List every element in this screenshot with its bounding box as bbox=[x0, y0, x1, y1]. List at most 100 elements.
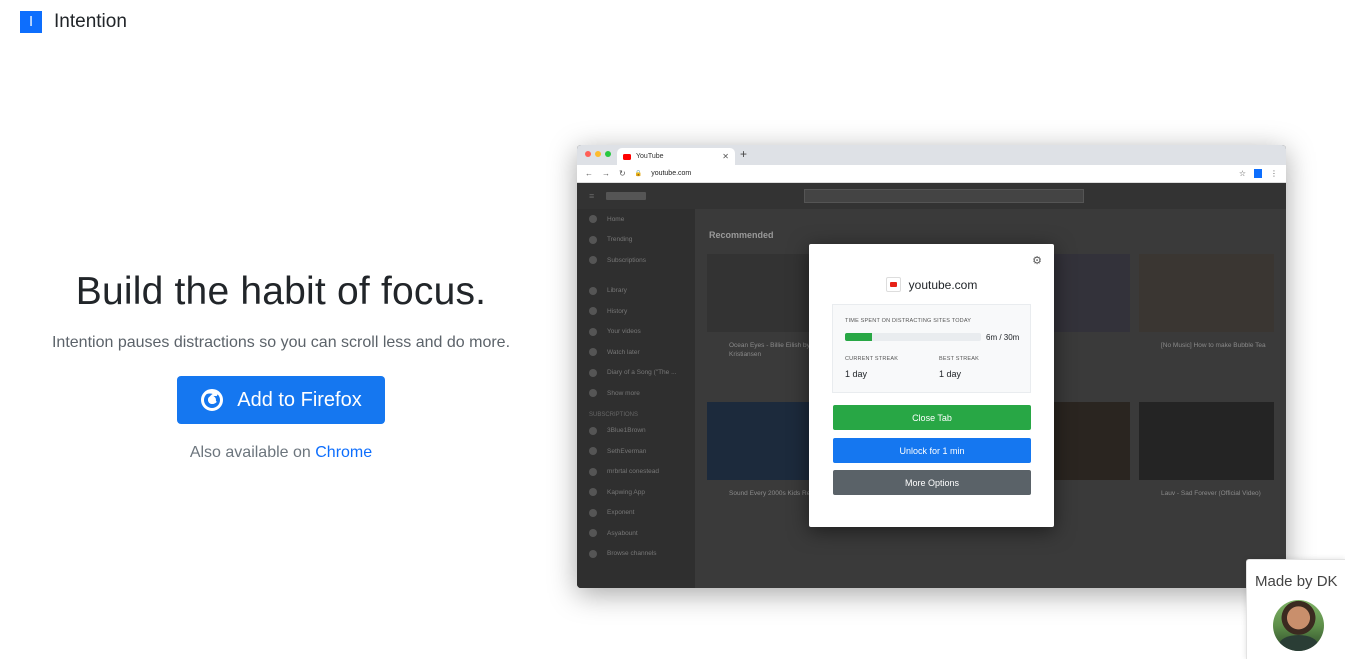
best-streak-label: BEST STREAK bbox=[939, 356, 979, 362]
sidebar-icon bbox=[589, 286, 597, 295]
time-spent-value: 6m / 30m bbox=[986, 333, 1020, 342]
brand-name: Intention bbox=[54, 11, 127, 32]
sidebar-icon bbox=[589, 327, 597, 336]
sidebar-icon bbox=[589, 215, 597, 224]
hero-title-prefix: Build the habit of bbox=[75, 270, 370, 313]
hamburger-icon: ≡ bbox=[589, 191, 595, 201]
sidebar-icon bbox=[589, 348, 597, 357]
yt-sidebar-item: Library bbox=[577, 281, 695, 302]
sidebar-item-label: History bbox=[607, 307, 628, 315]
yt-subscription-item: SethEverman bbox=[577, 441, 695, 462]
star-icon: ☆ bbox=[1238, 169, 1246, 178]
hero-subtitle: Intention pauses distractions so you can… bbox=[51, 334, 511, 351]
yt-sidebar-item: Home bbox=[577, 209, 695, 230]
browser-mockup: YouTube ✕ + ← → ↻ 🔒 youtube.com ☆ ⋮ ≡ Ho… bbox=[577, 145, 1286, 588]
new-tab-icon: + bbox=[740, 147, 748, 161]
mockup-tab-title: YouTube bbox=[636, 153, 664, 160]
sidebar-icon bbox=[589, 368, 597, 377]
sidebar-item-label: Library bbox=[607, 287, 627, 295]
youtube-topbar: ≡ bbox=[577, 183, 1286, 209]
sidebar-item-label: Show more bbox=[607, 389, 640, 397]
video-title: Lauv - Sad Forever (Official Video) bbox=[1161, 490, 1261, 497]
time-progress-bar bbox=[845, 333, 981, 341]
yt-sidebar-item: Your videos bbox=[577, 322, 695, 343]
reload-icon: ↻ bbox=[619, 169, 626, 178]
close-tab-button[interactable]: Close Tab bbox=[833, 405, 1031, 430]
add-to-firefox-label: Add to Firefox bbox=[237, 388, 362, 411]
yt-subscription-item: Browse channels bbox=[577, 544, 695, 565]
stats-panel: TIME SPENT ON DISTRACTING SITES TODAY 6m… bbox=[832, 304, 1031, 393]
more-options-button[interactable]: More Options bbox=[833, 470, 1031, 495]
gear-icon[interactable]: ⚙ bbox=[1032, 254, 1042, 267]
intention-extension-icon bbox=[1254, 169, 1262, 178]
brand[interactable]: I Intention bbox=[20, 11, 127, 33]
also-available-text: Also available on bbox=[189, 444, 311, 461]
mockup-tabstrip: YouTube ✕ + bbox=[577, 145, 1286, 165]
sidebar-icon bbox=[589, 467, 597, 476]
sidebar-item-label: 3Blue1Brown bbox=[607, 427, 646, 435]
best-streak-value: 1 day bbox=[939, 369, 962, 379]
youtube-logo bbox=[606, 192, 647, 200]
firefox-icon bbox=[201, 389, 224, 411]
current-streak-label: CURRENT STREAK bbox=[845, 356, 899, 362]
hero-section: Build the habit of focus. Intention paus… bbox=[0, 270, 562, 462]
yt-sidebar-item: Subscriptions bbox=[577, 250, 695, 271]
yt-sidebar-item: History bbox=[577, 301, 695, 322]
yt-sidebar-item: Show more bbox=[577, 383, 695, 404]
video-title: [No Music] How to make Bubble Tea bbox=[1161, 342, 1266, 349]
sidebar-item-label: Diary of a Song ("The ... bbox=[607, 369, 677, 377]
sidebar-icon bbox=[589, 307, 597, 316]
intention-popup: ⚙ youtube.com TIME SPENT ON DISTRACTING … bbox=[809, 244, 1054, 527]
sidebar-item-label: Subscriptions bbox=[607, 256, 647, 264]
sidebar-item-label: Home bbox=[607, 215, 625, 223]
sidebar-item-label: Browse channels bbox=[607, 550, 657, 558]
time-progress-fill bbox=[845, 333, 873, 341]
sidebar-icon bbox=[589, 508, 597, 517]
yt-sidebar-item: Diary of a Song ("The ... bbox=[577, 363, 695, 384]
sidebar-icon bbox=[589, 549, 597, 558]
sidebar-icon bbox=[589, 256, 597, 265]
sidebar-item-label: Your videos bbox=[607, 328, 641, 336]
popup-site: youtube.com bbox=[809, 277, 1054, 292]
chrome-link[interactable]: Chrome bbox=[315, 444, 372, 461]
menu-icon: ⋮ bbox=[1270, 169, 1278, 178]
mockup-url: youtube.com bbox=[651, 170, 692, 177]
sidebar-item-label: Exponent bbox=[607, 509, 635, 517]
popup-site-name: youtube.com bbox=[908, 277, 978, 292]
sidebar-icon bbox=[589, 426, 597, 435]
yt-subscriptions-heading: SUBSCRIPTIONS bbox=[589, 411, 639, 418]
hero-title: Build the habit of focus. bbox=[0, 270, 562, 314]
recommended-heading: Recommended bbox=[709, 230, 774, 240]
yt-sidebar-item: Watch later bbox=[577, 342, 695, 363]
sidebar-item-label: SethEverman bbox=[607, 447, 647, 455]
sidebar-icon bbox=[589, 488, 597, 497]
current-streak-value: 1 day bbox=[845, 369, 868, 379]
youtube-favicon-icon bbox=[885, 277, 901, 292]
mockup-tab: YouTube ✕ bbox=[617, 148, 735, 165]
also-available: Also available on Chrome bbox=[0, 444, 562, 462]
avatar bbox=[1273, 600, 1324, 651]
yt-subscription-item: Exponent bbox=[577, 503, 695, 524]
youtube-favicon-icon bbox=[623, 153, 631, 160]
unlock-button[interactable]: Unlock for 1 min bbox=[833, 438, 1031, 463]
sidebar-icon bbox=[589, 235, 597, 244]
sidebar-icon bbox=[589, 389, 597, 398]
time-spent-label: TIME SPENT ON DISTRACTING SITES TODAY bbox=[845, 318, 972, 324]
sidebar-item-label: Asyabount bbox=[607, 529, 638, 537]
youtube-sidebar: Home Trending Subscriptions Library History Y… bbox=[577, 209, 695, 588]
sidebar-icon bbox=[589, 447, 597, 456]
sidebar-item-label: Kapwing App bbox=[607, 488, 645, 496]
sidebar-item-label: Trending bbox=[607, 236, 633, 244]
video-thumbnail bbox=[1139, 254, 1274, 332]
sidebar-item-label: mrbrtal conestead bbox=[607, 468, 660, 476]
yt-sidebar-item: Trending bbox=[577, 230, 695, 251]
forward-arrow-icon: → bbox=[602, 169, 610, 178]
brand-logo: I bbox=[20, 11, 42, 33]
made-by-widget[interactable]: Made by DK bbox=[1246, 559, 1345, 659]
mockup-address-bar: ← → ↻ 🔒 youtube.com ☆ ⋮ bbox=[577, 165, 1286, 183]
video-thumbnail bbox=[1139, 402, 1274, 480]
add-to-firefox-button[interactable]: Add to Firefox bbox=[177, 376, 385, 424]
close-tab-icon: ✕ bbox=[722, 152, 729, 161]
yt-subscription-item: Asyabount bbox=[577, 523, 695, 544]
yt-subscription-item: Kapwing App bbox=[577, 482, 695, 503]
